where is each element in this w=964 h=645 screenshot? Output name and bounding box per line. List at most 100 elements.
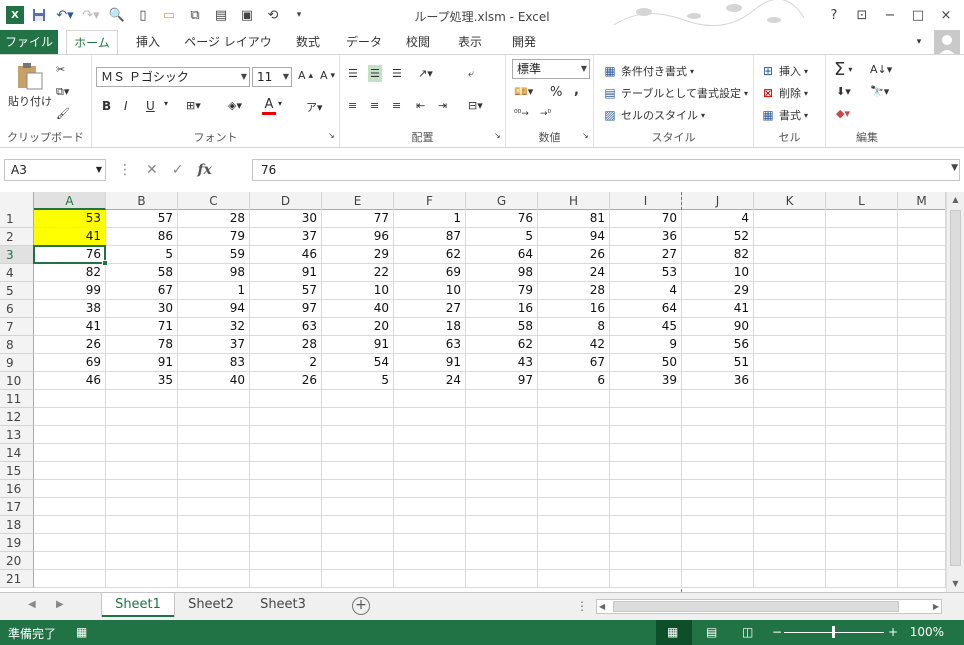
row-header-10[interactable]: 10: [0, 372, 34, 390]
comma-style-button[interactable]: ,: [574, 83, 579, 98]
cell-l18[interactable]: [826, 516, 898, 534]
cell-m9[interactable]: [898, 354, 946, 372]
cell-g13[interactable]: [466, 426, 538, 444]
minimize-button[interactable]: −: [876, 4, 904, 26]
row-header-2[interactable]: 2: [0, 228, 34, 246]
cell-g10[interactable]: 97: [466, 372, 538, 390]
cell-h15[interactable]: [538, 462, 610, 480]
align-right-icon[interactable]: ≡: [392, 99, 401, 112]
orientation-icon[interactable]: ↗▾: [418, 67, 433, 80]
tab-developer[interactable]: 開発: [502, 30, 546, 54]
cell-c18[interactable]: [178, 516, 250, 534]
cell-j2[interactable]: 52: [682, 228, 754, 246]
cell-f16[interactable]: [394, 480, 466, 498]
phonetic-icon[interactable]: ア▾: [306, 99, 323, 115]
cell-k5[interactable]: [754, 282, 826, 300]
cell-m16[interactable]: [898, 480, 946, 498]
zoom-level[interactable]: 100%: [910, 625, 944, 639]
format-painter-icon[interactable]: 🖌: [56, 107, 70, 120]
align-top-icon[interactable]: ☰: [348, 67, 358, 80]
cell-l16[interactable]: [826, 480, 898, 498]
cell-e1[interactable]: 77: [322, 210, 394, 228]
cell-b13[interactable]: [106, 426, 178, 444]
cell-c5[interactable]: 1: [178, 282, 250, 300]
cell-g3[interactable]: 64: [466, 246, 538, 264]
cell-m5[interactable]: [898, 282, 946, 300]
cell-e12[interactable]: [322, 408, 394, 426]
cell-e10[interactable]: 5: [322, 372, 394, 390]
cell-d21[interactable]: [250, 570, 322, 588]
cell-g7[interactable]: 58: [466, 318, 538, 336]
cell-l8[interactable]: [826, 336, 898, 354]
cell-f6[interactable]: 27: [394, 300, 466, 318]
cell-d17[interactable]: [250, 498, 322, 516]
row-header-20[interactable]: 20: [0, 552, 34, 570]
cell-d2[interactable]: 37: [250, 228, 322, 246]
cell-j7[interactable]: 90: [682, 318, 754, 336]
account-avatar[interactable]: [934, 30, 960, 56]
cell-d11[interactable]: [250, 390, 322, 408]
cell-j4[interactable]: 10: [682, 264, 754, 282]
cell-a9[interactable]: 69: [34, 354, 106, 372]
cell-f18[interactable]: [394, 516, 466, 534]
cell-c12[interactable]: [178, 408, 250, 426]
cell-e4[interactable]: 22: [322, 264, 394, 282]
cell-c7[interactable]: 32: [178, 318, 250, 336]
cell-m15[interactable]: [898, 462, 946, 480]
ribbon-display-options-icon[interactable]: ⊡: [848, 4, 876, 26]
cell-a6[interactable]: 38: [34, 300, 106, 318]
cell-e2[interactable]: 96: [322, 228, 394, 246]
cell-i6[interactable]: 64: [610, 300, 682, 318]
help-button[interactable]: ?: [820, 4, 848, 26]
underline-dropdown-icon[interactable]: ▾: [164, 99, 168, 108]
cell-k17[interactable]: [754, 498, 826, 516]
cell-k3[interactable]: [754, 246, 826, 264]
column-header-k[interactable]: K: [754, 192, 826, 210]
cell-c11[interactable]: [178, 390, 250, 408]
increase-indent-icon[interactable]: ⇥: [438, 99, 447, 112]
cell-b4[interactable]: 58: [106, 264, 178, 282]
cell-i1[interactable]: 70: [610, 210, 682, 228]
tab-data[interactable]: データ: [338, 30, 390, 54]
cell-m12[interactable]: [898, 408, 946, 426]
enter-icon[interactable]: ✓: [172, 162, 184, 178]
cell-l4[interactable]: [826, 264, 898, 282]
cell-k20[interactable]: [754, 552, 826, 570]
cell-g5[interactable]: 79: [466, 282, 538, 300]
cell-a10[interactable]: 46: [34, 372, 106, 390]
cell-c4[interactable]: 98: [178, 264, 250, 282]
align-left-icon[interactable]: ≡: [348, 99, 357, 112]
cell-a16[interactable]: [34, 480, 106, 498]
cell-l20[interactable]: [826, 552, 898, 570]
row-header-6[interactable]: 6: [0, 300, 34, 318]
sort-filter-icon[interactable]: A↓▾: [870, 63, 892, 76]
row-header-19[interactable]: 19: [0, 534, 34, 552]
number-format-select[interactable]: 標準 ▼: [512, 59, 590, 79]
cell-i3[interactable]: 27: [610, 246, 682, 264]
cell-h16[interactable]: [538, 480, 610, 498]
cell-a3[interactable]: 76: [34, 246, 106, 264]
cell-f5[interactable]: 10: [394, 282, 466, 300]
cell-m14[interactable]: [898, 444, 946, 462]
format-cells-button[interactable]: ▦ 書式 ▾: [760, 107, 808, 123]
column-header-i[interactable]: I: [610, 192, 682, 210]
cell-b7[interactable]: 71: [106, 318, 178, 336]
insert-function-button[interactable]: fx: [197, 162, 211, 178]
cell-m17[interactable]: [898, 498, 946, 516]
tab-file[interactable]: ファイル: [0, 30, 58, 54]
cell-k1[interactable]: [754, 210, 826, 228]
vertical-scrollbar[interactable]: ▲ ▼: [946, 192, 964, 592]
border-icon[interactable]: ⊞▾: [186, 99, 201, 112]
cell-j13[interactable]: [682, 426, 754, 444]
cell-c19[interactable]: [178, 534, 250, 552]
row-header-17[interactable]: 17: [0, 498, 34, 516]
cell-k16[interactable]: [754, 480, 826, 498]
row-header-11[interactable]: 11: [0, 390, 34, 408]
cell-styles-button[interactable]: ▨ セルのスタイル ▾: [602, 107, 705, 123]
scroll-down-icon[interactable]: ▼: [947, 576, 964, 592]
normal-view-button[interactable]: ▦: [656, 620, 692, 645]
cell-b12[interactable]: [106, 408, 178, 426]
cell-d6[interactable]: 97: [250, 300, 322, 318]
copy-icon[interactable]: ⧉▾: [56, 85, 69, 99]
worksheet-grid[interactable]: ABCDEFGHIJKLM 1 53 57 28 30 77 1 76 81 70 4 2 41 86 79…: [0, 192, 946, 592]
